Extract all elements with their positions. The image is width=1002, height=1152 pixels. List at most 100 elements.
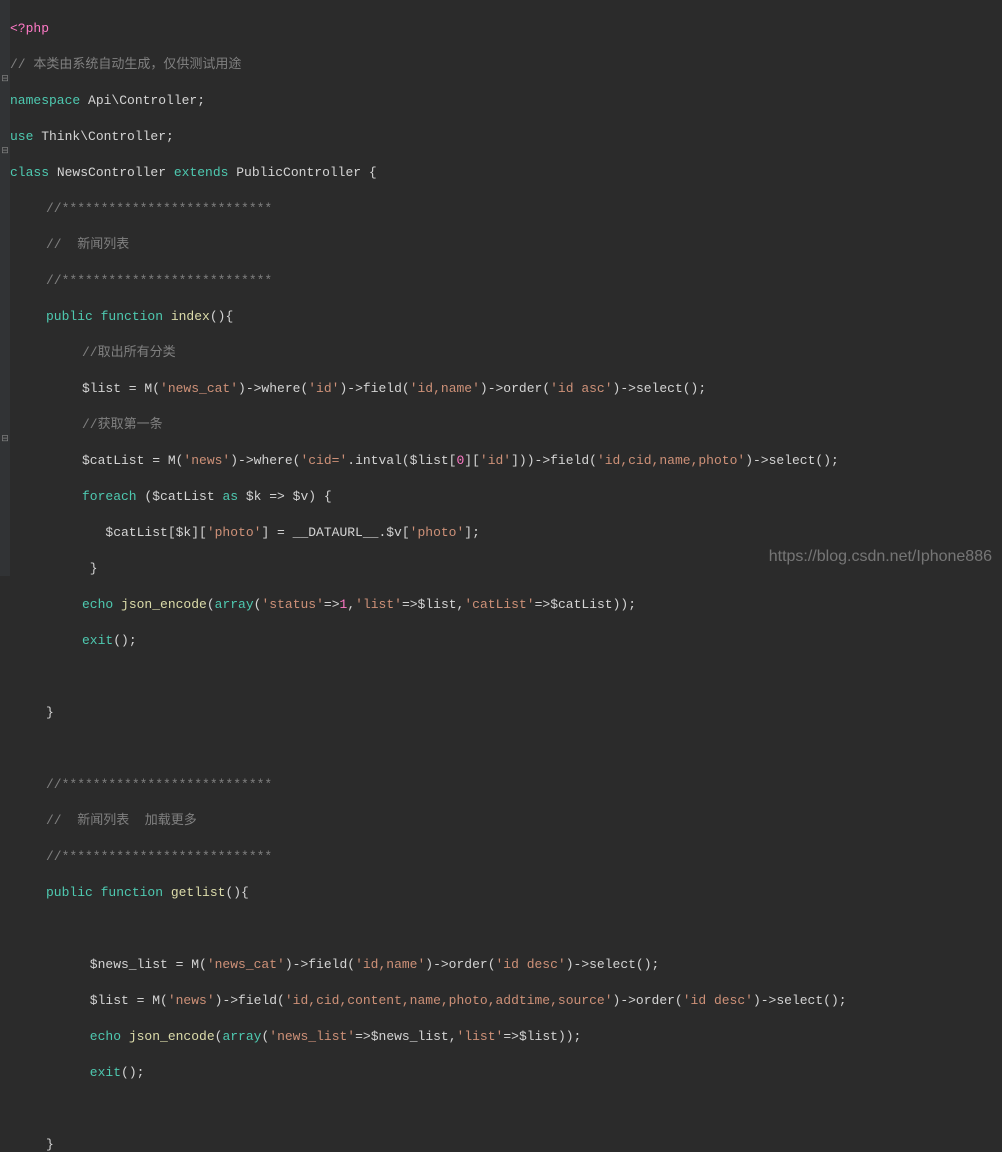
text: =>: [324, 597, 340, 612]
text: )->field(: [285, 957, 355, 972]
string: 'photo': [207, 525, 262, 540]
string: 'news_cat': [207, 957, 285, 972]
keyword: public: [46, 885, 93, 900]
keyword: public: [46, 309, 93, 324]
text: )->select();: [566, 957, 660, 972]
text: $list = M(: [82, 993, 168, 1008]
keyword: extends: [174, 165, 229, 180]
keyword: echo: [82, 597, 113, 612]
text: }: [46, 1137, 54, 1152]
text: =>$list));: [503, 1029, 581, 1044]
text: =>$catList));: [535, 597, 636, 612]
string: 'id desc': [683, 993, 753, 1008]
text: PublicController {: [228, 165, 376, 180]
text: .intval($list[: [347, 453, 456, 468]
text: )->where(: [230, 453, 300, 468]
keyword: foreach: [82, 489, 137, 504]
text: =>$list,: [402, 597, 464, 612]
text: }: [82, 561, 98, 576]
text: ][: [464, 453, 480, 468]
comment: //***************************: [46, 201, 272, 216]
keyword: namespace: [10, 93, 80, 108]
text: )->select();: [613, 381, 707, 396]
string: 'catList': [464, 597, 534, 612]
fold-marker[interactable]: ⊟: [0, 74, 10, 84]
string: 'cid=': [300, 453, 347, 468]
text: (: [207, 597, 215, 612]
text: )->select();: [745, 453, 839, 468]
text: (){: [225, 885, 248, 900]
string: 'list': [355, 597, 402, 612]
string: 'id,cid,content,name,photo,addtime,sourc…: [285, 993, 613, 1008]
text: )->select();: [753, 993, 847, 1008]
string: 'status': [261, 597, 323, 612]
keyword: as: [222, 489, 238, 504]
function-name: json_encode: [113, 597, 207, 612]
function-name: getlist: [163, 885, 225, 900]
keyword: function: [93, 885, 163, 900]
text: $news_list = M(: [82, 957, 207, 972]
string: 'news': [168, 993, 215, 1008]
comment: //***************************: [46, 849, 272, 864]
text: Think\Controller;: [33, 129, 173, 144]
text: )->order(: [480, 381, 550, 396]
text: ,: [347, 597, 355, 612]
string: 'id asc': [550, 381, 612, 396]
text: ($catList: [137, 489, 223, 504]
class-name: NewsController: [49, 165, 174, 180]
string: 'id': [308, 381, 339, 396]
comment: //取出所有分类: [82, 345, 176, 360]
string: 'news_cat': [160, 381, 238, 396]
text: Api\Controller;: [80, 93, 205, 108]
string: 'list': [457, 1029, 504, 1044]
text: )->field(: [339, 381, 409, 396]
text: )->field(: [215, 993, 285, 1008]
fold-gutter: ⊟ ⊟ ⊟: [0, 0, 10, 576]
comment: // 新闻列表: [46, 237, 129, 252]
keyword: use: [10, 129, 33, 144]
text: ] = __DATAURL__.$v[: [261, 525, 409, 540]
comment: //获取第一条: [82, 417, 163, 432]
text: $k => $v) {: [238, 489, 332, 504]
text: $list = M(: [82, 381, 160, 396]
php-tag: <?php: [10, 21, 49, 36]
text: ();: [113, 633, 136, 648]
keyword: function: [93, 309, 163, 324]
string: 'id desc': [496, 957, 566, 972]
string: 'id': [480, 453, 511, 468]
string: 'photo': [410, 525, 465, 540]
text: $catList = M(: [82, 453, 183, 468]
string: 'news_list': [269, 1029, 355, 1044]
comment: // 新闻列表 加载更多: [46, 813, 197, 828]
text: )->order(: [613, 993, 683, 1008]
text: ]))->field(: [511, 453, 597, 468]
text: }: [46, 705, 54, 720]
comment: // 本类由系统自动生成，仅供测试用途: [10, 57, 241, 72]
code-editor[interactable]: <?php // 本类由系统自动生成，仅供测试用途 namespace Api\…: [0, 0, 1002, 1152]
comment: //***************************: [46, 777, 272, 792]
fold-marker[interactable]: ⊟: [0, 434, 10, 444]
text: (: [215, 1029, 223, 1044]
text: )->where(: [238, 381, 308, 396]
string: 'id,name': [355, 957, 425, 972]
keyword: array: [215, 597, 254, 612]
keyword: exit: [82, 1065, 121, 1080]
number: 1: [340, 597, 348, 612]
text: )->order(: [425, 957, 495, 972]
fold-marker[interactable]: ⊟: [0, 146, 10, 156]
keyword: exit: [82, 633, 113, 648]
function-name: index: [163, 309, 210, 324]
text: ];: [464, 525, 480, 540]
text: =>$news_list,: [355, 1029, 456, 1044]
keyword: echo: [82, 1029, 121, 1044]
text: (: [254, 597, 262, 612]
string: 'id,name': [410, 381, 480, 396]
text: (: [261, 1029, 269, 1044]
text: (){: [210, 309, 233, 324]
watermark: https://blog.csdn.net/Iphone886: [769, 548, 992, 566]
text: ();: [121, 1065, 144, 1080]
keyword: array: [222, 1029, 261, 1044]
function-name: json_encode: [121, 1029, 215, 1044]
string: 'news': [183, 453, 230, 468]
keyword: class: [10, 165, 49, 180]
